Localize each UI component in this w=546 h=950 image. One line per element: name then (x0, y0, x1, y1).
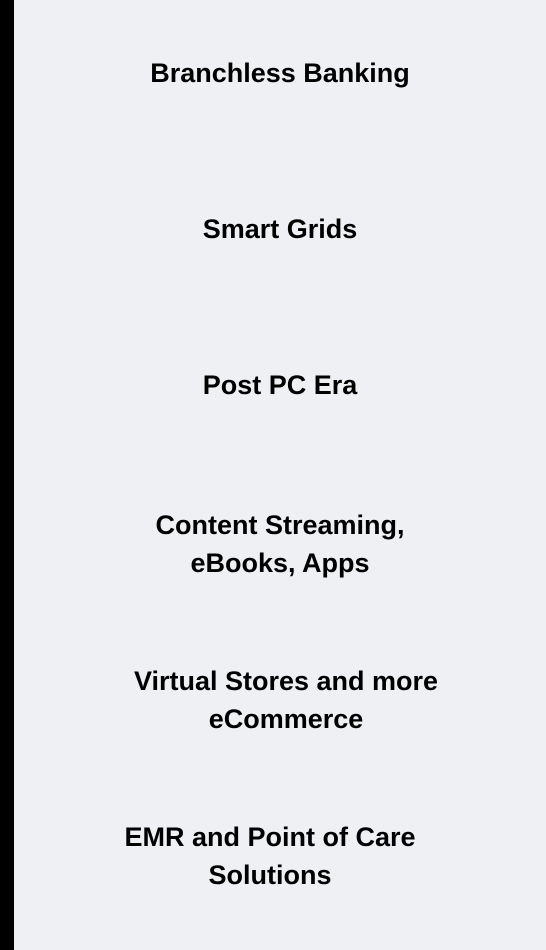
list-item-smart-grids: Smart Grids (14, 210, 546, 248)
content-panel: Branchless Banking Smart Grids Post PC E… (14, 0, 546, 950)
item-label-line-1: Virtual Stores and more (133, 666, 439, 696)
list-item-virtual-stores: Virtual Stores and more eCommerce (20, 662, 546, 738)
item-label-line-2: Solutions (208, 860, 332, 890)
item-label-line-2: eCommerce (208, 704, 364, 734)
item-label: Smart Grids (202, 214, 358, 244)
list-item-emr-point-of-care: EMR and Point of Care Solutions (4, 818, 536, 894)
item-label: Branchless Banking (150, 58, 410, 88)
item-label: Post PC Era (202, 370, 358, 400)
list-item-content-streaming: Content Streaming, eBooks, Apps (14, 506, 546, 582)
item-label-line-2: eBooks, Apps (190, 548, 370, 578)
slide-frame: Branchless Banking Smart Grids Post PC E… (0, 0, 546, 950)
item-label-line-1: Content Streaming, (155, 510, 405, 540)
item-label-line-1: EMR and Point of Care (124, 822, 416, 852)
list-item-post-pc-era: Post PC Era (14, 366, 546, 404)
list-item-branchless-banking: Branchless Banking (14, 54, 546, 92)
